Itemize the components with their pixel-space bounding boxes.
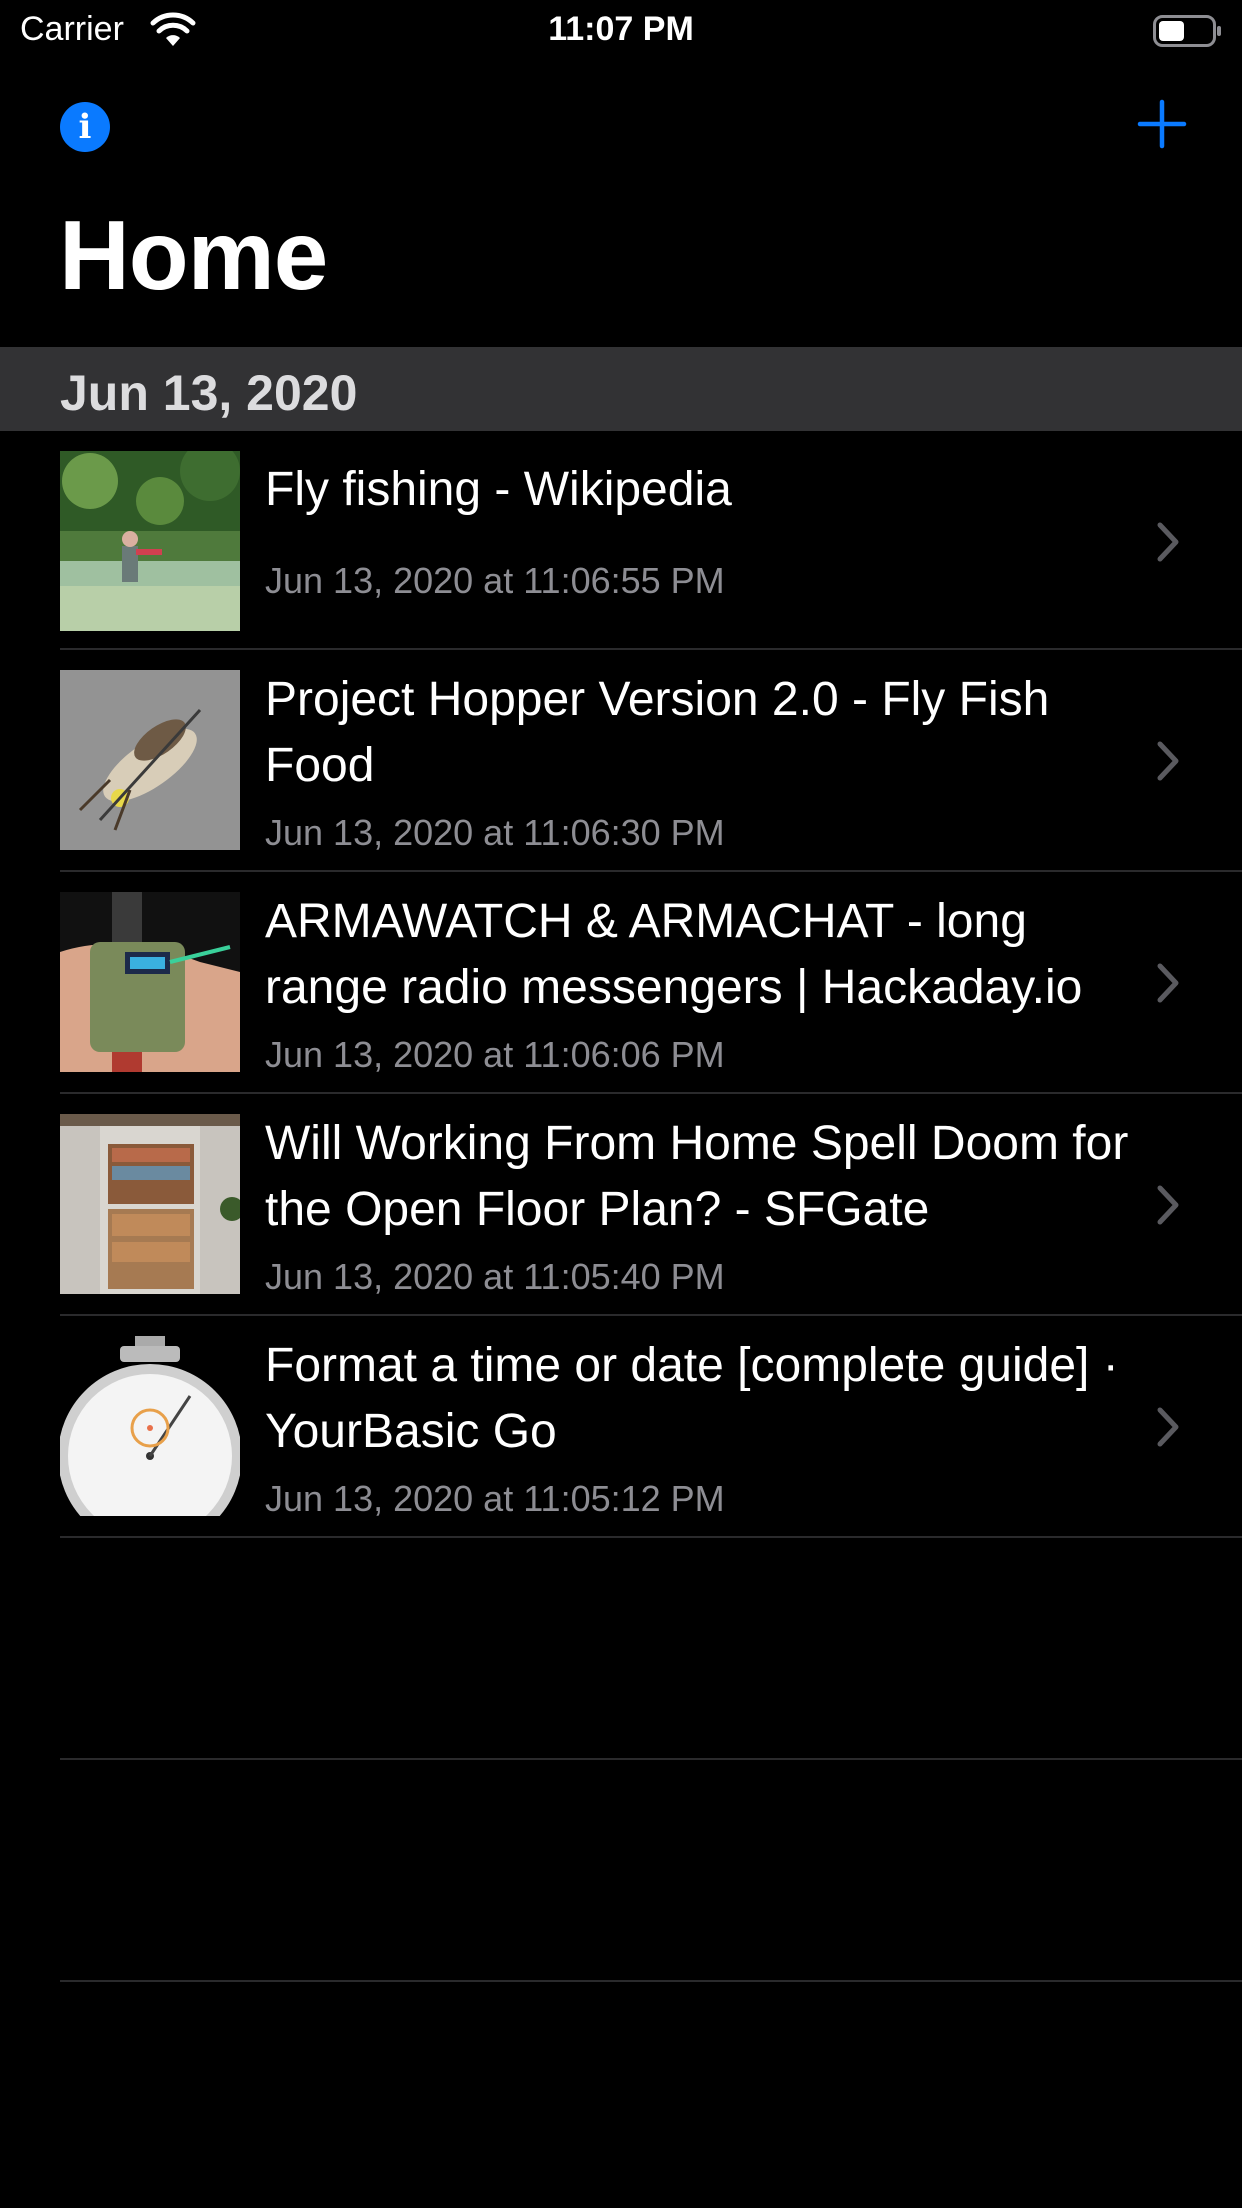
list-item[interactable]: Project Hopper Version 2.0 - Fly Fish Fo… <box>0 650 1242 872</box>
item-title: Fly fishing - Wikipedia <box>265 463 732 516</box>
thumbnail-fly-hopper <box>60 670 240 850</box>
list-item[interactable]: ARMAWATCH & ARMACHAT - long range radio … <box>0 872 1242 1094</box>
item-timestamp: Jun 13, 2020 at 11:05:12 PM <box>265 1478 725 1519</box>
list-item[interactable]: Fly fishing - Wikipedia Jun 13, 2020 at … <box>0 431 1242 653</box>
list-item[interactable]: Will Working From Home Spell Doom for th… <box>0 1094 1242 1316</box>
info-icon: i <box>78 107 92 147</box>
chevron-right-icon <box>1157 1185 1179 1225</box>
thumbnail-armawatch <box>60 892 240 1072</box>
item-title: Will Working From Home Spell Doom for th… <box>265 1117 1129 1236</box>
thumbnail-open-floor-plan <box>60 1114 240 1294</box>
thumbnail-fly-fishing <box>60 451 240 631</box>
item-timestamp: Jun 13, 2020 at 11:06:06 PM <box>265 1034 725 1075</box>
list-item[interactable]: Format a time or date [complete guide] ·… <box>0 1316 1242 1538</box>
empty-row-divider <box>60 1758 1242 1760</box>
page-title: Home <box>59 200 328 310</box>
item-title: Project Hopper Version 2.0 - Fly Fish Fo… <box>265 673 1050 792</box>
item-timestamp: Jun 13, 2020 at 11:05:40 PM <box>265 1256 725 1297</box>
item-timestamp: Jun 13, 2020 at 11:06:30 PM <box>265 812 725 853</box>
section-header-date: Jun 13, 2020 <box>60 365 358 421</box>
row-divider <box>60 1536 1242 1538</box>
item-title: ARMAWATCH & ARMACHAT - long range radio … <box>265 895 1083 1014</box>
item-timestamp: Jun 13, 2020 at 11:06:55 PM <box>265 560 725 601</box>
chevron-right-icon <box>1157 1407 1179 1447</box>
empty-row-divider <box>60 1980 1242 1982</box>
status-time: 11:07 PM <box>548 10 694 48</box>
chevron-right-icon <box>1157 522 1179 562</box>
status-bar: Carrier 11:07 PM <box>0 0 1242 62</box>
item-title: Format a time or date [complete guide] ·… <box>265 1339 1119 1458</box>
plus-icon <box>1137 99 1187 149</box>
chevron-right-icon <box>1157 741 1179 781</box>
add-button[interactable] <box>1134 96 1190 152</box>
battery-icon <box>1153 15 1221 47</box>
info-button[interactable]: i <box>60 102 110 152</box>
section-header: Jun 13, 2020 <box>0 347 1242 431</box>
chevron-right-icon <box>1157 963 1179 1003</box>
thumbnail-stopwatch <box>60 1336 240 1516</box>
